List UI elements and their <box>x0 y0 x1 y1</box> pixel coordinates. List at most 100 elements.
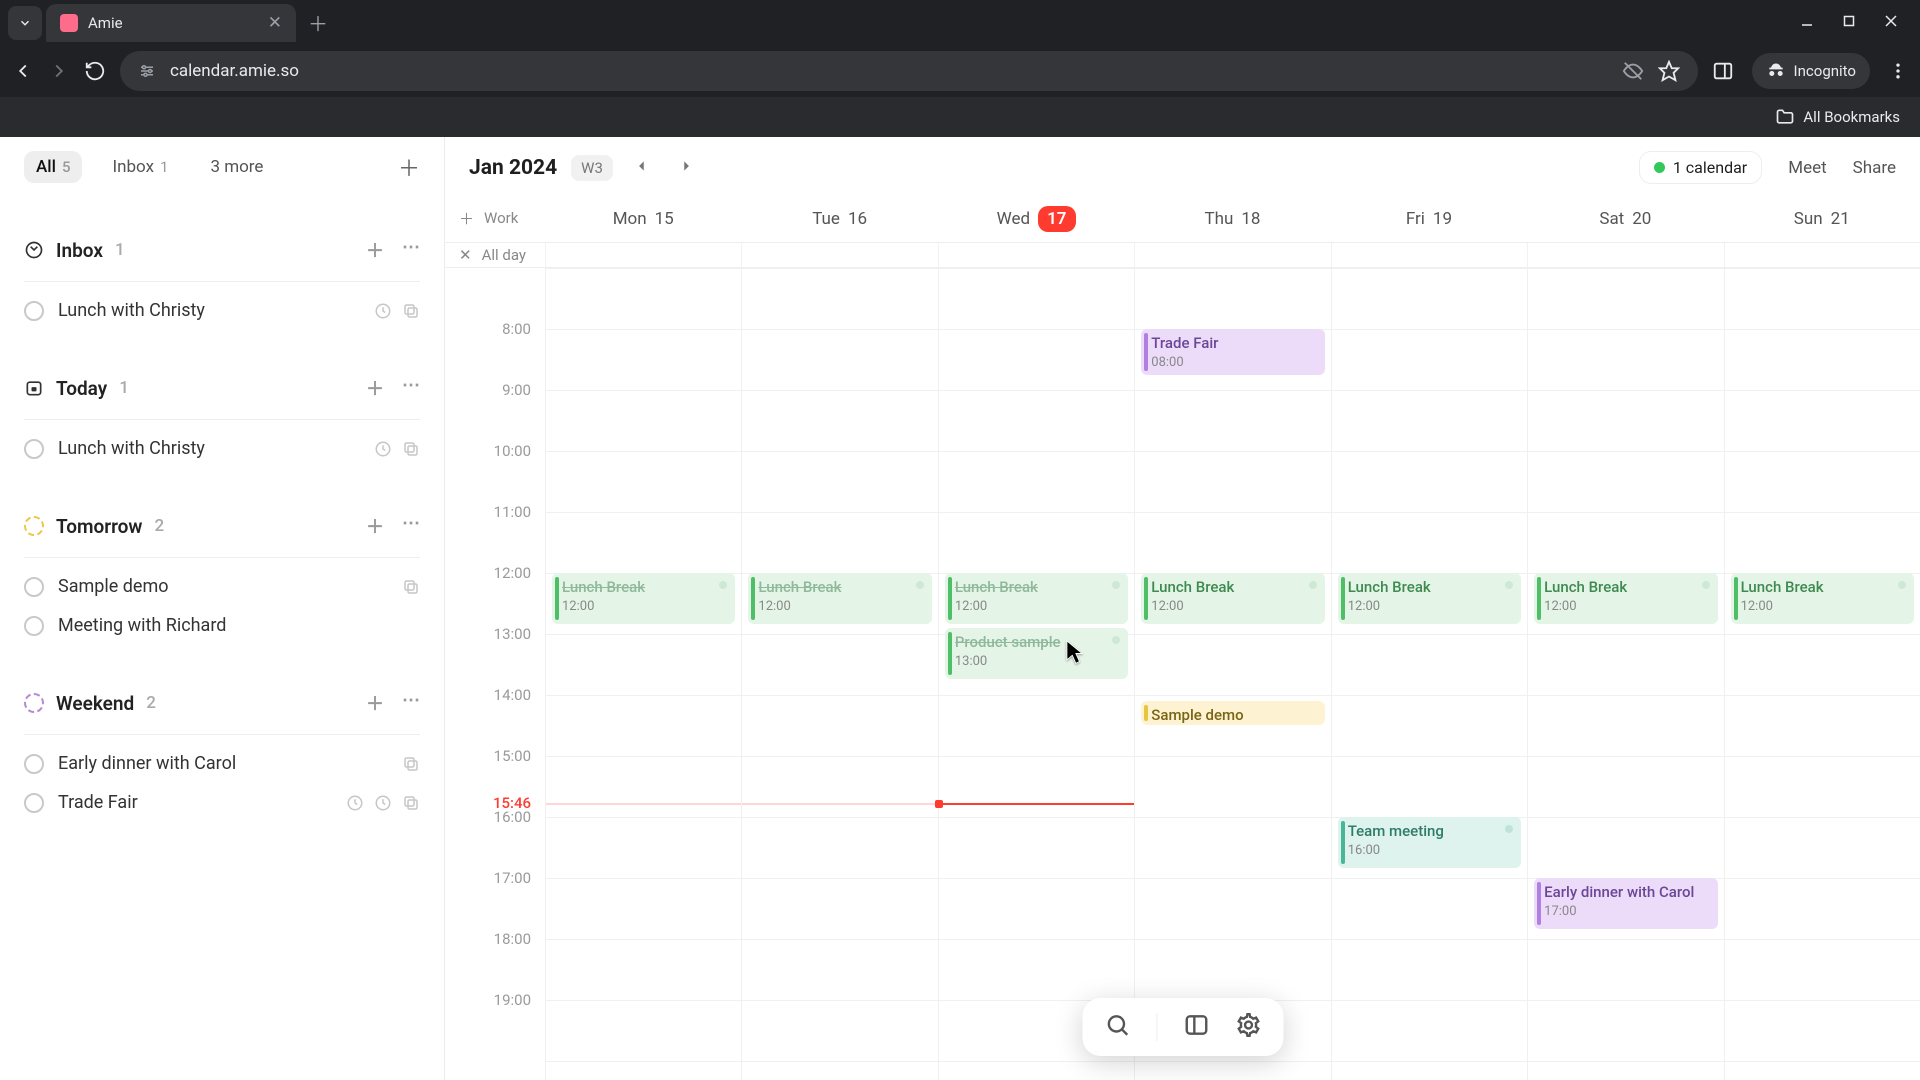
task-checkbox[interactable] <box>24 577 44 597</box>
task-item[interactable]: Lunch with Christy <box>24 420 420 459</box>
event-block[interactable]: Lunch Break12:00 <box>748 573 931 624</box>
new-tab-button[interactable]: ＋ <box>308 8 328 37</box>
day-header[interactable]: Sat 20 <box>1527 194 1723 242</box>
event-block[interactable]: Lunch Break12:00 <box>1338 573 1521 624</box>
calendar-grid[interactable]: 8:009:0010:0011:0012:0013:0014:0015:0016… <box>445 268 1920 1080</box>
section-menu-button[interactable]: ⋯ <box>402 513 420 539</box>
task-checkbox[interactable] <box>24 754 44 774</box>
allday-cell[interactable] <box>1527 243 1723 267</box>
meet-button[interactable]: Meet <box>1788 158 1826 178</box>
allday-cell[interactable] <box>1134 243 1330 267</box>
task-item[interactable]: Trade Fair <box>24 774 420 813</box>
section-head-inbox[interactable]: Inbox1＋⋯ <box>24 237 420 263</box>
week-number[interactable]: W3 <box>571 155 613 181</box>
allday-cell[interactable] <box>1724 243 1920 267</box>
all-bookmarks-button[interactable]: All Bookmarks <box>1775 107 1900 127</box>
url-box[interactable]: calendar.amie.so <box>120 51 1698 91</box>
tab-close-icon[interactable]: ✕ <box>268 13 282 33</box>
task-item[interactable]: Meeting with Richard <box>24 597 420 636</box>
task-item[interactable]: Sample demo <box>24 558 420 597</box>
event-title: Product sample <box>955 633 1120 651</box>
app-root: All 5 Inbox 1 3 more ＋ Inbox1＋⋯Lunch wit… <box>0 137 1920 1080</box>
prev-week-button[interactable] <box>627 154 657 181</box>
event-time: 12:00 <box>1151 599 1183 614</box>
task-meta <box>402 578 420 596</box>
tracking-off-icon[interactable] <box>1622 60 1644 82</box>
filter-all[interactable]: All 5 <box>24 151 82 183</box>
section-head-tomorrow[interactable]: Tomorrow2＋⋯ <box>24 513 420 539</box>
search-button[interactable] <box>1104 1012 1130 1042</box>
task-checkbox[interactable] <box>24 301 44 321</box>
calendar-count-chip[interactable]: 1 calendar <box>1639 151 1762 184</box>
sidepanel-icon[interactable] <box>1712 60 1734 82</box>
event-block[interactable]: Lunch Break12:00 <box>1534 573 1717 624</box>
task-checkbox[interactable] <box>24 793 44 813</box>
day-column[interactable]: Lunch Break12:00 <box>545 268 741 1080</box>
layout-button[interactable] <box>1183 1012 1209 1042</box>
task-title: Early dinner with Carol <box>58 753 236 774</box>
close-window-button[interactable] <box>1884 14 1898 32</box>
day-header[interactable]: Tue 16 <box>741 194 937 242</box>
day-header[interactable]: Thu 18 <box>1134 194 1330 242</box>
filter-inbox[interactable]: Inbox 1 <box>100 151 180 183</box>
allday-cell[interactable] <box>545 243 741 267</box>
section-head-today[interactable]: Today1＋⋯ <box>24 375 420 401</box>
reload-button[interactable] <box>84 60 106 82</box>
hour-label: 17:00 <box>494 869 531 887</box>
allday-cell[interactable] <box>741 243 937 267</box>
filter-more[interactable]: 3 more <box>198 151 275 183</box>
add-work-row[interactable]: ＋ Work <box>459 208 518 229</box>
day-column[interactable]: Lunch Break12:00 Team meeting16:00 <box>1331 268 1527 1080</box>
event-block[interactable]: Lunch Break12:00 <box>1141 573 1324 624</box>
event-block[interactable]: Trade Fair08:00 <box>1141 329 1324 375</box>
section-head-weekend[interactable]: Weekend2＋⋯ <box>24 690 420 716</box>
event-block[interactable]: Lunch Break12:00 <box>1731 573 1914 624</box>
minimize-button[interactable] <box>1800 14 1814 32</box>
event-block[interactable]: Lunch Break12:00 <box>552 573 735 624</box>
section-menu-button[interactable]: ⋯ <box>402 237 420 263</box>
event-status-chip <box>1898 581 1906 589</box>
task-title: Trade Fair <box>58 792 138 813</box>
day-header[interactable]: Mon 15 <box>545 194 741 242</box>
bookmark-star-icon[interactable] <box>1658 60 1680 82</box>
share-button[interactable]: Share <box>1853 158 1896 178</box>
event-block[interactable]: Lunch Break12:00 <box>945 573 1128 624</box>
section-menu-button[interactable]: ⋯ <box>402 690 420 716</box>
day-column[interactable]: Lunch Break12:00Product sample13:00 <box>938 268 1134 1080</box>
event-block[interactable]: Product sample13:00 <box>945 628 1128 679</box>
event-block[interactable]: Team meeting16:00 <box>1338 817 1521 868</box>
task-checkbox[interactable] <box>24 616 44 636</box>
allday-cell[interactable] <box>1331 243 1527 267</box>
event-block[interactable]: Sample demo <box>1141 701 1324 725</box>
day-header[interactable]: Sun 21 <box>1724 194 1920 242</box>
settings-button[interactable] <box>1235 1012 1261 1042</box>
section-add-button[interactable]: ＋ <box>366 690 384 716</box>
day-header[interactable]: Wed 17 <box>938 194 1134 242</box>
section-add-button[interactable]: ＋ <box>366 513 384 539</box>
next-week-button[interactable] <box>671 154 701 181</box>
section-add-button[interactable]: ＋ <box>366 237 384 263</box>
browser-tab[interactable]: Amie ✕ <box>46 4 296 42</box>
section-menu-button[interactable]: ⋯ <box>402 375 420 401</box>
day-column[interactable]: Lunch Break12:00 <box>1724 268 1920 1080</box>
task-checkbox[interactable] <box>24 439 44 459</box>
section-add-button[interactable]: ＋ <box>366 375 384 401</box>
status-dot-icon <box>1654 162 1665 173</box>
kebab-menu-icon[interactable] <box>1888 61 1908 81</box>
allday-cell[interactable] <box>938 243 1134 267</box>
day-column[interactable]: Trade Fair08:00 Lunch Break12:00 Sample de… <box>1134 268 1330 1080</box>
back-button[interactable] <box>12 60 34 82</box>
forward-button[interactable] <box>48 60 70 82</box>
allday-collapse-icon[interactable]: ✕ <box>459 246 472 264</box>
day-column[interactable]: Lunch Break12:00 <box>741 268 937 1080</box>
event-status-chip <box>916 581 924 589</box>
incognito-chip[interactable]: Incognito <box>1752 53 1870 89</box>
add-list-button[interactable]: ＋ <box>398 151 420 183</box>
task-item[interactable]: Lunch with Christy <box>24 282 420 321</box>
maximize-button[interactable] <box>1842 14 1856 32</box>
task-item[interactable]: Early dinner with Carol <box>24 735 420 774</box>
event-block[interactable]: Early dinner with Carol17:00 <box>1534 878 1717 929</box>
day-header[interactable]: Fri 19 <box>1331 194 1527 242</box>
day-column[interactable]: Lunch Break12:00 Early dinner with Carol1… <box>1527 268 1723 1080</box>
tab-search-button[interactable] <box>8 6 42 40</box>
